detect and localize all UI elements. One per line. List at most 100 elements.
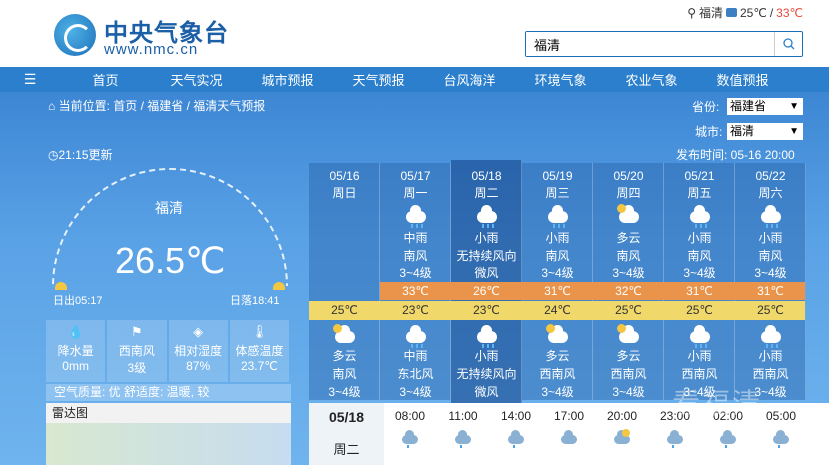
nav-item-environment[interactable]: 环境气象 [515, 70, 606, 89]
cloud-sun-icon [617, 324, 639, 343]
low-temp: 25℃ [686, 303, 713, 317]
forecast-week: 周六 [758, 186, 783, 200]
forecast-day-weather: 小雨 [758, 231, 783, 245]
hourly-date[interactable]: 05/18 周二 [309, 403, 384, 465]
rain-icon [406, 325, 426, 348]
nav-item-agriculture[interactable]: 农业气象 [606, 70, 697, 89]
forecast-day-wind: 南风 [687, 249, 712, 263]
home-icon: ⌂ [48, 99, 56, 113]
air-quality-bar: 空气质量: 优 舒适度: 温暖, 较 [46, 384, 291, 401]
forecast-night-weather: 小雨 [687, 349, 712, 363]
province-select[interactable]: 福建省 ▼ [727, 98, 803, 115]
sunset-time: 日落18:41 [230, 295, 280, 307]
raindrop-icon: 💧 [67, 324, 84, 339]
forecast-day-level: 微风 [474, 266, 499, 280]
stat-humidity: ◈ 相对湿度 87% [168, 320, 228, 382]
logo-url[interactable]: www.nmc.cn [104, 41, 198, 58]
cloud-sun-icon [617, 204, 639, 223]
nmc-logo-icon[interactable] [54, 14, 96, 56]
nav-item-city[interactable]: 城市预报 [242, 70, 333, 89]
forecast-night-wind: 西南风 [752, 367, 789, 381]
menu-icon[interactable]: ☰ [0, 71, 60, 88]
forecast-week: 周三 [545, 186, 570, 200]
search-input[interactable] [526, 32, 774, 56]
location-sep: / [769, 5, 774, 20]
forecast-night-wind: 西南风 [539, 367, 576, 381]
forecast-night-wind: 西南风 [681, 367, 718, 381]
forecast-night-wind: 东北风 [397, 367, 434, 381]
low-temp: 25℃ [331, 303, 358, 317]
nav-item-live[interactable]: 天气实况 [151, 70, 242, 89]
forecast-day-level: 3~4级 [754, 266, 787, 280]
forecast-night-wind: 无持续风向 [456, 367, 517, 381]
forecast-night-level: 3~4级 [541, 385, 574, 399]
site-header: 中央气象台 www.nmc.cn ⚲ 福清 25℃ / 33℃ [0, 0, 829, 67]
nav-item-numerical[interactable]: 数值预报 [697, 70, 788, 89]
sunset-icon [273, 282, 285, 290]
search-icon [782, 38, 794, 50]
forecast-day-0[interactable]: 05/16 周日 多云 南风 3~4级 [309, 163, 380, 400]
hourly-time: 08:00 [394, 409, 426, 423]
high-temp: 33℃ [402, 284, 429, 298]
forecast-day-level: 3~4级 [683, 266, 716, 280]
cloud-sun-icon [333, 324, 355, 343]
rain-icon [477, 205, 497, 228]
nav-item-home[interactable]: 首页 [60, 70, 151, 89]
low-temp: 25℃ [615, 303, 642, 317]
current-stats: 💧 降水量 0mm ⚑ 西南风 3级 ◈ 相对湿度 87% 🌡 体感温度 23.… [46, 320, 291, 382]
forecast-day-weather: 小雨 [687, 231, 712, 245]
watermark: 看福清 [672, 388, 763, 419]
forecast-night-weather: 小雨 [474, 349, 499, 363]
forecast-night-level: 3~4级 [399, 385, 432, 399]
city-select[interactable]: 福清 ▼ [727, 123, 803, 140]
rain-icon [508, 430, 524, 448]
radar-map[interactable] [46, 423, 291, 465]
high-temp: 31℃ [544, 284, 571, 298]
chevron-down-icon: ▼ [789, 126, 799, 137]
forecast-date: 05/17 [400, 169, 431, 183]
hourly-time: 05:00 [765, 409, 797, 423]
radar-title[interactable]: 雷达图 [46, 403, 291, 423]
cloud-sun-icon [546, 324, 568, 343]
forecast-date: 05/21 [684, 169, 715, 183]
forecast-day-weather: 中雨 [403, 231, 428, 245]
thermometer-icon: 🌡 [251, 324, 268, 339]
rain-icon [773, 430, 789, 448]
high-temp: 32℃ [615, 284, 642, 298]
wind-icon: ⚑ [131, 324, 143, 339]
forecast-night-weather: 多云 [332, 349, 357, 363]
weather-icon [726, 8, 737, 17]
location-bar[interactable]: ⚲ 福清 25℃ / 33℃ [687, 4, 803, 21]
forecast-day-level: 3~4级 [541, 266, 574, 280]
hourly-time: 14:00 [500, 409, 532, 423]
rain-icon [548, 205, 568, 228]
forecast-night-weather: 多云 [616, 349, 641, 363]
search-button[interactable] [774, 32, 802, 56]
low-temp: 24℃ [544, 303, 571, 317]
forecast-date: 05/22 [755, 169, 786, 183]
chevron-down-icon: ▼ [789, 101, 799, 112]
rain-icon [455, 430, 471, 448]
forecast-night-weather: 中雨 [403, 349, 428, 363]
low-temp: 23℃ [402, 303, 429, 317]
cloud-icon [561, 430, 577, 444]
clock-icon: ◷ [48, 148, 59, 162]
city-label: 城市: [695, 125, 723, 139]
hourly-time: 17:00 [553, 409, 585, 423]
breadcrumb: ⌂ 当前位置: 首页 / 福建省 / 福清天气预报 [48, 97, 265, 114]
rain-icon [477, 325, 497, 348]
main-nav: ☰ 首页 天气实况 城市预报 天气预报 台风海洋 环境气象 农业气象 数值预报 [0, 67, 829, 92]
sunrise-icon [55, 282, 67, 290]
nav-item-typhoon[interactable]: 台风海洋 [424, 70, 515, 89]
forecast-night-level: 3~4级 [328, 385, 361, 399]
breadcrumb-text[interactable]: 当前位置: 首页 / 福建省 / 福清天气预报 [59, 99, 266, 113]
sunrise-time: 日出05:17 [53, 295, 103, 307]
province-label: 省份: [692, 100, 720, 114]
province-value: 福建省 [730, 99, 767, 113]
forecast-date: 05/16 [329, 169, 360, 183]
nav-item-forecast[interactable]: 天气预报 [333, 70, 424, 89]
forecast-day-level: 3~4级 [399, 266, 432, 280]
rain-icon [690, 325, 710, 348]
hourly-time: 11:00 [448, 409, 478, 423]
forecast-date: 05/18 [471, 169, 502, 183]
